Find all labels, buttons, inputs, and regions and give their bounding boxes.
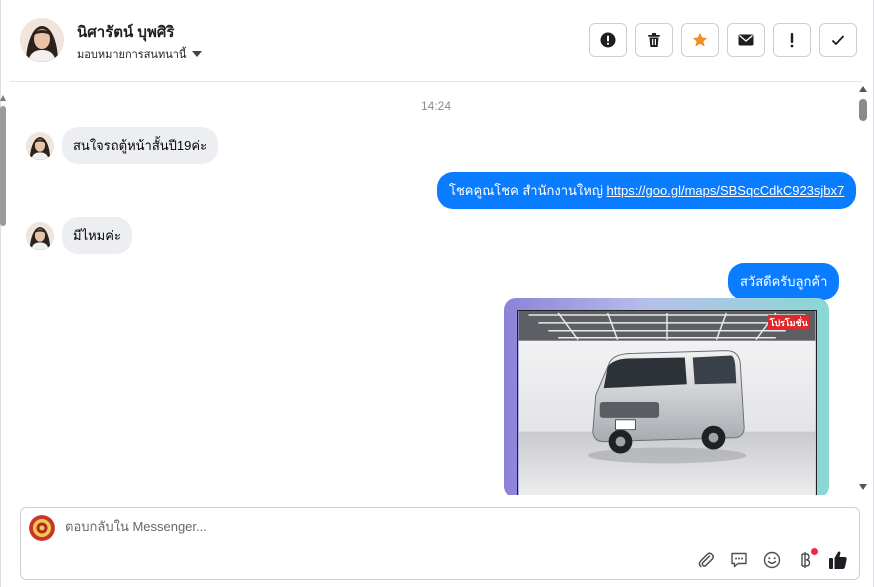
incoming-message: สนใจรถตู้หน้าสั้นปี19ค่ะ [26, 127, 219, 164]
smiley-icon [763, 551, 781, 569]
star-button[interactable] [681, 23, 719, 57]
maps-link[interactable]: https://goo.gl/maps/SBSqcCdkC923sjbx7 [607, 183, 845, 198]
payment-request-button[interactable] [794, 548, 818, 571]
promotion-badge: โปรโมชั่น [769, 316, 809, 328]
assign-conversation-dropdown[interactable]: มอบหมายการสนทนานี้ [77, 45, 203, 63]
composer-tools [695, 548, 849, 571]
outgoing-message[interactable]: สวัสดีครับลูกค้า [728, 263, 840, 300]
paperclip-icon [698, 552, 714, 568]
star-icon [692, 32, 708, 47]
scroll-up-arrow[interactable] [859, 86, 867, 92]
message-timestamp: 14:24 [420, 99, 452, 113]
left-scroll-thumb[interactable] [0, 106, 6, 226]
message-text: โชคคูณโชค สำนักงานใหญ่ [449, 183, 607, 198]
exclamation-icon [790, 33, 794, 48]
reply-input[interactable] [65, 519, 665, 534]
mark-unread-button[interactable] [727, 23, 765, 57]
van-photo: โปรโมชั่น [517, 310, 817, 495]
alert-circle-icon [600, 32, 616, 48]
thumbs-up-icon [829, 551, 847, 569]
message-thread[interactable]: 14:24 สนใจรถตู้หน้าสั้นปี19ค่ะ โชคคูณโชค… [10, 83, 860, 495]
chat-bubble-icon [731, 552, 747, 568]
left-scroll-up-arrow[interactable] [0, 95, 6, 101]
scroll-thumb[interactable] [859, 99, 867, 121]
message-bubble[interactable]: สนใจรถตู้หน้าสั้นปี19ค่ะ [62, 127, 219, 164]
sender-avatar[interactable] [26, 221, 54, 250]
trash-icon [648, 33, 660, 47]
follow-up-button[interactable] [773, 23, 811, 57]
spam-button[interactable] [589, 23, 627, 57]
contact-name: นิศารัตน์ บุพศิริ [77, 24, 175, 41]
message-bubble[interactable]: มีไหมค่ะ [62, 217, 132, 254]
reply-composer [20, 507, 860, 580]
image-attachment[interactable]: โปรโมชั่น [504, 298, 829, 495]
scroll-down-arrow[interactable] [859, 484, 867, 490]
contact-avatar[interactable] [20, 18, 64, 62]
caret-down-icon [192, 51, 203, 57]
sender-avatar[interactable] [26, 131, 54, 160]
delete-button[interactable] [635, 23, 673, 57]
done-button[interactable] [819, 23, 857, 57]
conversation-actions [589, 23, 857, 57]
conversation-header: นิศารัตน์ บุพศิริ มอบหมายการสนทนานี้ [10, 0, 862, 82]
page-logo [29, 515, 55, 541]
left-scrollbar[interactable] [0, 92, 6, 232]
saved-replies-button[interactable] [728, 549, 750, 571]
thread-scrollbar[interactable] [858, 84, 870, 496]
check-icon [831, 35, 845, 46]
emoji-button[interactable] [761, 549, 783, 571]
baht-icon [801, 552, 811, 568]
envelope-icon [738, 34, 754, 46]
incoming-message: มีไหมค่ะ [26, 217, 132, 254]
outgoing-message[interactable]: โชคคูณโชค สำนักงานใหญ่ https://goo.gl/ma… [437, 172, 857, 209]
notification-dot [811, 548, 818, 555]
like-button[interactable] [827, 549, 849, 571]
assign-label: มอบหมายการสนทนานี้ [77, 49, 187, 61]
attach-button[interactable] [695, 549, 717, 571]
